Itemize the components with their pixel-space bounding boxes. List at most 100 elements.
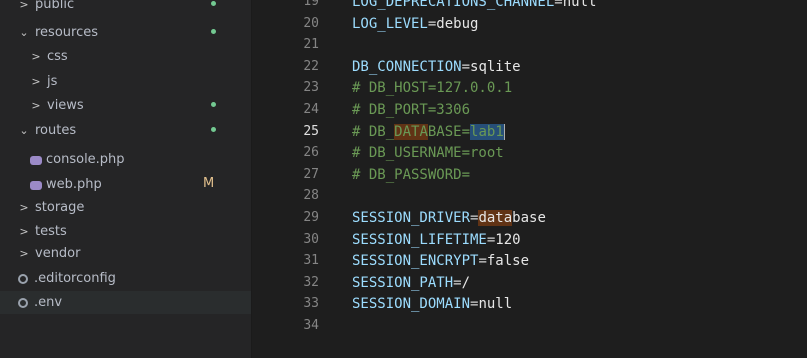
env-key: SESSION_DOMAIN: [352, 296, 471, 313]
line-number: 29: [303, 210, 319, 225]
code-line[interactable]: 23 # DB_HOST=127.0.0.1: [252, 78, 807, 98]
code-line[interactable]: 29 SESSION_DRIVER=database: [252, 208, 807, 228]
equals-sign: =: [461, 58, 471, 75]
code-line[interactable]: 34: [252, 316, 807, 336]
code-line[interactable]: 19 LOG_DEPRECATIONS_CHANNEL=null: [252, 0, 807, 12]
env-value: debug: [436, 15, 479, 32]
explorer-item[interactable]: web.php M: [0, 173, 251, 196]
code-line[interactable]: 31 SESSION_ENCRYPT=false: [252, 251, 807, 271]
gear-icon: [18, 297, 28, 308]
explorer-item[interactable]: ⌄ routes: [0, 119, 251, 142]
explorer-item[interactable]: ⌄ resources: [0, 21, 251, 44]
code-text: SESSION_PATH=/: [352, 273, 470, 293]
line-number: 24: [303, 102, 319, 117]
explorer-item-label: routes: [35, 123, 77, 138]
env-key: SESSION_ENCRYPT: [352, 253, 479, 270]
comment-text: # DB_HOST=127.0.0.1: [352, 80, 513, 97]
line-number: 31: [303, 253, 319, 269]
code-line[interactable]: 26 # DB_USERNAME=root: [252, 143, 807, 163]
explorer-item[interactable]: > public: [0, 0, 251, 16]
explorer-item[interactable]: > css: [0, 45, 251, 68]
chevron-right-icon[interactable]: >: [18, 225, 30, 238]
equals-sign: =: [478, 253, 487, 270]
code-text: SESSION_DRIVER=database: [352, 208, 546, 228]
env-key: LOG_LEVEL: [352, 15, 428, 32]
code-line[interactable]: 21: [252, 35, 807, 55]
explorer-item-label: css: [47, 49, 68, 64]
line-number: 32: [303, 274, 319, 290]
explorer-item[interactable]: > js: [0, 70, 251, 93]
code-text: # DB_DATABASE=lab1: [352, 122, 505, 142]
file-explorer: > public ⌄ resources > css > js > views ⌄ routes con…: [0, 0, 252, 358]
explorer-item[interactable]: > storage: [0, 196, 251, 219]
code-line[interactable]: 33 SESSION_DOMAIN=null: [252, 294, 807, 314]
modified-dot-icon: [211, 102, 216, 107]
chevron-right-icon[interactable]: >: [18, 201, 30, 214]
gear-icon: [18, 273, 28, 284]
code-text: LOG_LEVEL=debug: [352, 14, 478, 34]
env-value-highlight: data: [478, 210, 513, 226]
explorer-item[interactable]: .env: [0, 291, 251, 314]
comment-text: # DB_USERNAME=root: [352, 145, 504, 162]
env-key: LOG_DEPRECATIONS_CHANNEL: [352, 0, 555, 10]
php-icon: [30, 156, 42, 165]
code-text: SESSION_ENCRYPT=false: [352, 251, 529, 271]
explorer-item[interactable]: .editorconfig: [0, 267, 251, 290]
env-key: SESSION_PATH: [352, 274, 454, 291]
chevron-right-icon[interactable]: >: [18, 247, 30, 260]
code-line[interactable]: 27 # DB_PASSWORD=: [252, 165, 807, 185]
env-key: SESSION_DRIVER: [352, 210, 471, 226]
line-number: 34: [303, 318, 319, 333]
chevron-down-icon[interactable]: ⌄: [18, 124, 30, 137]
code-line[interactable]: 20 LOG_LEVEL=debug: [252, 14, 807, 34]
explorer-item-label: js: [47, 74, 58, 89]
env-value: false: [486, 253, 530, 270]
code-line[interactable]: 24 # DB_PORT=3306: [252, 100, 807, 120]
vscode-window: > public ⌄ resources > css > js > views ⌄ routes con…: [0, 0, 807, 358]
env-value: sqlite: [470, 58, 521, 75]
explorer-item-label: resources: [35, 25, 99, 40]
code-line[interactable]: 25 # DB_DATABASE=lab1: [252, 122, 807, 142]
chevron-right-icon[interactable]: >: [30, 50, 42, 63]
line-number: 25: [303, 123, 319, 139]
code-line[interactable]: 22 DB_CONNECTION=sqlite: [252, 57, 807, 77]
line-number: 27: [303, 166, 319, 182]
code-text: DB_CONNECTION=sqlite: [352, 57, 521, 77]
code-line[interactable]: 28: [252, 186, 807, 206]
code-text: SESSION_DOMAIN=null: [352, 294, 512, 314]
code-line[interactable]: 32 SESSION_PATH=/: [252, 273, 807, 293]
equals-sign: =: [453, 274, 462, 291]
explorer-item-label: views: [47, 98, 84, 113]
chevron-right-icon[interactable]: >: [30, 99, 42, 112]
comment-text: # DB_PASSWORD=: [352, 166, 471, 183]
explorer-item[interactable]: > vendor: [0, 242, 251, 265]
explorer-item-label: storage: [35, 200, 85, 215]
env-key: SESSION_LIFETIME: [352, 231, 487, 248]
explorer-item[interactable]: console.php: [0, 148, 251, 171]
explorer-item[interactable]: > views: [0, 94, 251, 117]
code-text: # DB_HOST=127.0.0.1: [352, 78, 512, 98]
modified-dot-icon: [211, 1, 216, 6]
chevron-right-icon[interactable]: >: [18, 0, 30, 11]
explorer-item-label: console.php: [46, 152, 125, 167]
selected-text: lab1: [470, 123, 504, 140]
code-editor[interactable]: 19 LOG_DEPRECATIONS_CHANNEL=null 20 LOG_LEV…: [252, 0, 807, 358]
equals-sign: =: [554, 0, 563, 10]
comment-text: # DB_: [352, 123, 395, 140]
code-text: # DB_USERNAME=root: [352, 143, 504, 163]
explorer-item-label: .editorconfig: [34, 271, 116, 286]
code-line[interactable]: 30 SESSION_LIFETIME=120: [252, 230, 807, 250]
code-text: # DB_PORT=3306: [352, 100, 470, 120]
env-value-rest: base: [512, 210, 546, 226]
chevron-right-icon[interactable]: >: [30, 75, 42, 88]
line-number: 20: [303, 15, 319, 31]
explorer-item-label: .env: [34, 295, 63, 310]
line-number: 28: [303, 188, 319, 204]
chevron-down-icon[interactable]: ⌄: [18, 26, 30, 39]
explorer-item[interactable]: > tests: [0, 220, 251, 243]
comment-text: # DB_PORT=3306: [352, 102, 471, 118]
php-icon: [30, 181, 42, 190]
explorer-item-label: vendor: [35, 246, 81, 261]
env-key: DB_CONNECTION: [352, 58, 462, 75]
git-status-badge: M: [203, 176, 215, 191]
